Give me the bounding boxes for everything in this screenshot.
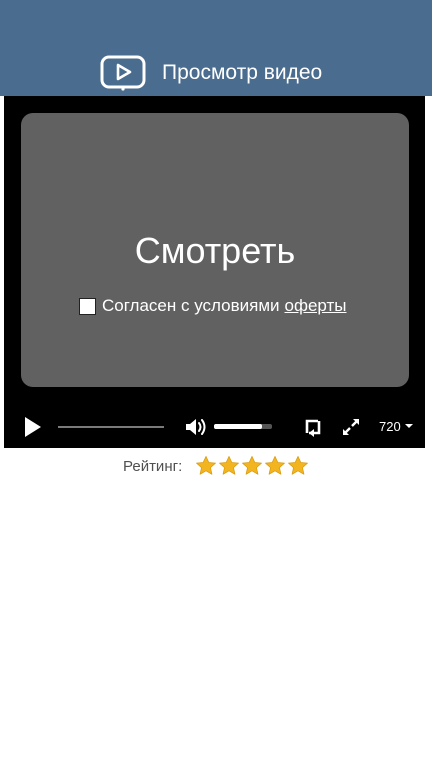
- video-overlay-panel[interactable]: Смотреть Согласен с условиями оферты: [21, 113, 409, 387]
- fullscreen-icon[interactable]: [341, 417, 361, 437]
- star-icon[interactable]: [195, 455, 217, 477]
- consent-row: Согласен с условиями оферты: [79, 294, 347, 318]
- volume-slider-fill: [214, 424, 262, 429]
- page-header: Просмотр видео: [0, 0, 432, 96]
- star-icon[interactable]: [264, 455, 286, 477]
- play-icon[interactable]: [24, 416, 42, 438]
- page-title: Просмотр видео: [162, 61, 323, 84]
- rating-stars[interactable]: [195, 455, 310, 477]
- consent-text: Согласен с условиями: [102, 296, 280, 315]
- video-play-icon: [100, 55, 146, 91]
- star-icon[interactable]: [218, 455, 240, 477]
- watch-button[interactable]: Смотреть: [21, 229, 409, 273]
- consent-checkbox[interactable]: [79, 297, 96, 315]
- rating-label: Рейтинг:: [123, 457, 183, 475]
- quality-value: 720: [379, 418, 401, 434]
- star-icon[interactable]: [241, 455, 263, 477]
- rating-row: Рейтинг:: [123, 454, 310, 478]
- chevron-down-icon: [404, 424, 413, 428]
- volume-icon[interactable]: [185, 417, 207, 437]
- loop-icon[interactable]: [304, 417, 322, 437]
- offer-link[interactable]: оферты: [285, 296, 347, 316]
- video-player[interactable]: Смотреть Согласен с условиями оферты 720: [4, 96, 425, 448]
- volume-slider[interactable]: [214, 424, 272, 429]
- quality-selector[interactable]: 720: [379, 416, 413, 436]
- progress-bar[interactable]: [58, 426, 164, 428]
- player-controls: 720: [4, 408, 425, 444]
- star-icon[interactable]: [287, 455, 309, 477]
